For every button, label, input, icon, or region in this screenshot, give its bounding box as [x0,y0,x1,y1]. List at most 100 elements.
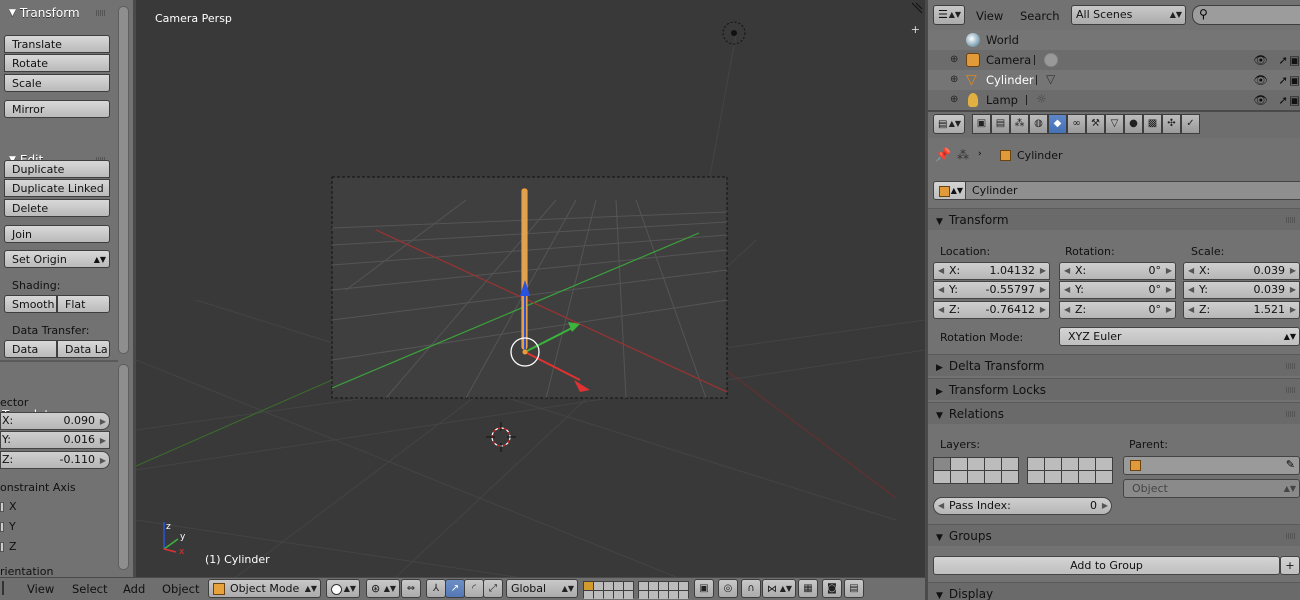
scale-z-field[interactable]: ◀ Z: 1.521 ▶ [1183,301,1300,319]
translate-manipulator-button[interactable]: ⅄ [426,579,446,598]
left-arrow-icon[interactable]: ◀ [938,498,944,514]
proportional-edit-button[interactable]: ◎ [718,579,738,598]
scale-x-field[interactable]: ◀ X: 0.039 ▶ [1183,262,1300,280]
selectable-arrow-icon[interactable]: ➚ [1278,90,1288,110]
snap-toggle-button[interactable]: ∩ [741,579,761,598]
area-split-corner-icon[interactable] [911,2,923,14]
tab-physics[interactable]: ✓ [1181,114,1200,134]
move-manipulator-button[interactable]: ↗ [445,579,465,598]
outliner-search-field[interactable]: ⚲ [1192,5,1300,25]
eyedropper-icon[interactable]: ✎ [1286,458,1295,471]
right-arrow-icon[interactable]: ▶ [1166,302,1172,318]
right-arrow-icon[interactable]: ▶ [1040,282,1046,298]
data-layers-button[interactable]: Data La [57,340,110,358]
opengl-render-button[interactable]: ▦ [798,579,818,598]
left-arrow-icon[interactable]: ◀ [1064,263,1070,279]
outliner-row-camera[interactable]: ⊕ Camera 👁 ➚ ▣ [928,50,1300,70]
constraint-y-checkbox[interactable] [0,522,4,532]
lock-layers-button[interactable]: ▣ [694,579,714,598]
parent-type-dropdown[interactable]: Object ▲▼ [1123,479,1300,498]
outliner-row-cylinder[interactable]: ⊕ ▽ Cylinder ▽ 👁 ➚ ▣ [928,70,1300,90]
lamp-data-icon[interactable]: ☼ [1036,93,1050,107]
transform-section-header[interactable]: ▼ Transform [928,208,1300,230]
selectable-arrow-icon[interactable]: ➚ [1278,50,1288,70]
pivot-point-dropdown[interactable]: ⊛ ▲▼ [366,579,400,598]
render-animation-button[interactable]: ▤ [844,579,864,598]
editor-type-icon[interactable] [2,581,14,595]
pin-icon[interactable]: 📌 [935,148,951,163]
tab-world[interactable]: ◍ [1029,114,1048,134]
selectable-arrow-icon[interactable]: ➚ [1278,70,1288,90]
add-to-group-button[interactable]: Add to Group [933,556,1280,575]
right-arrow-icon[interactable]: ▶ [100,433,106,449]
renderable-camera-icon[interactable]: ▣ [1289,50,1300,70]
properties-editor-type-dropdown[interactable]: ▤ ▲▼ [933,114,965,134]
left-arrow-icon[interactable]: ◀ [1064,282,1070,298]
drag-grip-icon[interactable] [1286,387,1296,393]
right-arrow-icon[interactable]: ▶ [1166,282,1172,298]
transform-panel-header[interactable]: ▼ Transform [0,2,133,24]
parent-field[interactable]: ✎ [1123,456,1300,475]
outliner-menu-view[interactable]: View [976,9,1003,23]
left-arrow-icon[interactable]: ◀ [938,282,944,298]
right-arrow-icon[interactable]: ▶ [1166,263,1172,279]
menu-object[interactable]: Object [162,582,199,596]
tab-particles[interactable]: ✣ [1162,114,1181,134]
groups-section-header[interactable]: ▼ Groups [928,524,1300,546]
relations-section-header[interactable]: ▼ Relations [928,402,1300,424]
tab-render-layers[interactable]: ▤ [991,114,1010,134]
vector-z-field[interactable]: Z: -0.110 ▶ [0,451,110,469]
drag-grip-icon[interactable] [1286,217,1296,223]
renderable-camera-icon[interactable]: ▣ [1289,90,1300,110]
renderable-camera-icon[interactable]: ▣ [1289,70,1300,90]
object-browse-dropdown[interactable]: ▲▼ [933,181,967,200]
tab-render[interactable]: ▣ [972,114,991,134]
operator-panel-scrollbar[interactable] [118,364,129,570]
left-arrow-icon[interactable]: ◀ [1188,302,1194,318]
location-z-field[interactable]: ◀ Z: -0.76412 ▶ [933,301,1050,319]
viewport-shading-dropdown[interactable]: ▲▼ [326,579,360,598]
duplicate-button[interactable]: Duplicate [4,160,110,178]
object-name-field[interactable]: Cylinder [965,181,1300,200]
mode-dropdown[interactable]: Object Mode ▲▼ [208,579,321,598]
drag-grip-icon[interactable] [1286,411,1296,417]
expand-plus-icon[interactable]: ⊕ [950,50,958,70]
right-arrow-icon[interactable]: ▶ [100,453,106,469]
location-x-field[interactable]: ◀ X: 1.04132 ▶ [933,262,1050,280]
rotate-manipulator-button[interactable]: ◜ [464,579,484,598]
tab-constraints[interactable]: ∞ [1067,114,1086,134]
scene-layers-grid-b[interactable] [638,581,689,599]
right-arrow-icon[interactable]: ▶ [1290,263,1296,279]
constraint-x-checkbox[interactable] [0,502,4,512]
drag-grip-icon[interactable] [1286,363,1296,369]
tab-material[interactable]: ● [1124,114,1143,134]
location-y-field[interactable]: ◀ Y: -0.55797 ▶ [933,281,1050,299]
area-divider-horizontal[interactable] [928,110,1300,112]
vector-y-field[interactable]: Y: 0.016 ▶ [0,431,110,449]
visibility-eye-icon[interactable]: 👁 [1253,90,1268,110]
add-group-plus-button[interactable]: + [1280,556,1300,575]
properties-toggle-plus-icon[interactable]: + [911,23,920,36]
right-arrow-icon[interactable]: ▶ [1102,498,1108,514]
scale-button[interactable]: Scale [4,74,110,92]
display-mode-dropdown[interactable]: All Scenes ▲▼ [1071,5,1186,25]
translate-button[interactable]: Translate [4,35,110,53]
right-arrow-icon[interactable]: ▶ [1040,302,1046,318]
constraint-z-checkbox[interactable] [0,542,4,552]
flat-button[interactable]: Flat [57,295,110,313]
object-layers-grid-b[interactable] [1027,457,1113,484]
rotation-mode-dropdown[interactable]: XYZ Euler ▲▼ [1059,327,1300,346]
left-arrow-icon[interactable]: ◀ [1064,302,1070,318]
outliner-row-world[interactable]: World [928,30,1300,50]
outliner-editor-type-dropdown[interactable]: ☰ ▲▼ [933,5,965,25]
expand-plus-icon[interactable]: ⊕ [950,90,958,110]
vector-x-field[interactable]: X: 0.090 ▶ [0,412,110,430]
tool-shelf-divider[interactable] [133,0,136,577]
render-still-button[interactable]: ◙ [822,579,842,598]
drag-grip-icon[interactable] [96,10,106,16]
rotation-x-field[interactable]: ◀ X: 0° ▶ [1059,262,1176,280]
outliner-menu-search[interactable]: Search [1020,9,1060,23]
3d-cursor-icon[interactable] [486,422,516,452]
menu-add[interactable]: Add [123,582,145,596]
left-arrow-icon[interactable]: ◀ [938,302,944,318]
